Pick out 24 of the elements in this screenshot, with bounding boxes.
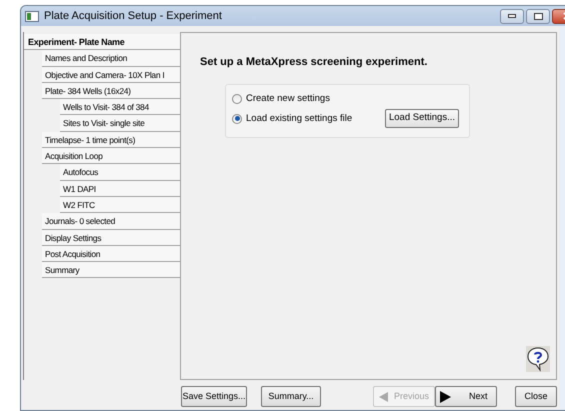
tree-item[interactable]: Objective and Camera- 10X Plan I — [42, 66, 180, 83]
heading: Set up a MetaXpress screening experiment. — [200, 55, 428, 70]
radio-option[interactable]: Create new settings — [232, 92, 330, 106]
tree-item[interactable]: Plate- 384 Wells (16x24) — [42, 82, 180, 100]
tree-item[interactable]: Experiment- Plate Name — [24, 34, 180, 50]
dialog-button[interactable]: Close — [515, 386, 557, 407]
radio-option[interactable]: Load existing settings file — [232, 112, 352, 126]
tree-item[interactable]: Post Acquisition — [42, 246, 180, 262]
tree-item[interactable]: Journals- 0 selected — [42, 213, 180, 230]
tree-item[interactable]: Names and Description — [42, 50, 180, 67]
dialog-button[interactable]: Save Settings... — [181, 386, 247, 407]
load-settings-button[interactable]: Load Settings... — [384, 108, 459, 128]
tree-item[interactable]: Summary — [42, 262, 180, 278]
tree-item[interactable]: W1 DAPI — [60, 180, 180, 197]
window-title: Plate Acquisition Setup - Experiment — [44, 8, 222, 24]
next-button[interactable]: Next — [435, 386, 497, 407]
dialog-button[interactable]: Summary... — [261, 386, 321, 407]
tree-item[interactable]: Sites to Visit- single site — [60, 115, 180, 132]
tree-item[interactable]: W2 FITC — [60, 196, 180, 214]
tree-item[interactable]: Wells to Visit- 384 of 384 — [60, 99, 180, 116]
tree-item[interactable]: Timelapse- 1 time point(s) — [42, 132, 180, 148]
tree-item[interactable]: Autofocus — [60, 164, 180, 181]
tree-item[interactable]: Display Settings — [42, 230, 180, 246]
tree-item[interactable]: Acquisition Loop — [42, 148, 180, 164]
